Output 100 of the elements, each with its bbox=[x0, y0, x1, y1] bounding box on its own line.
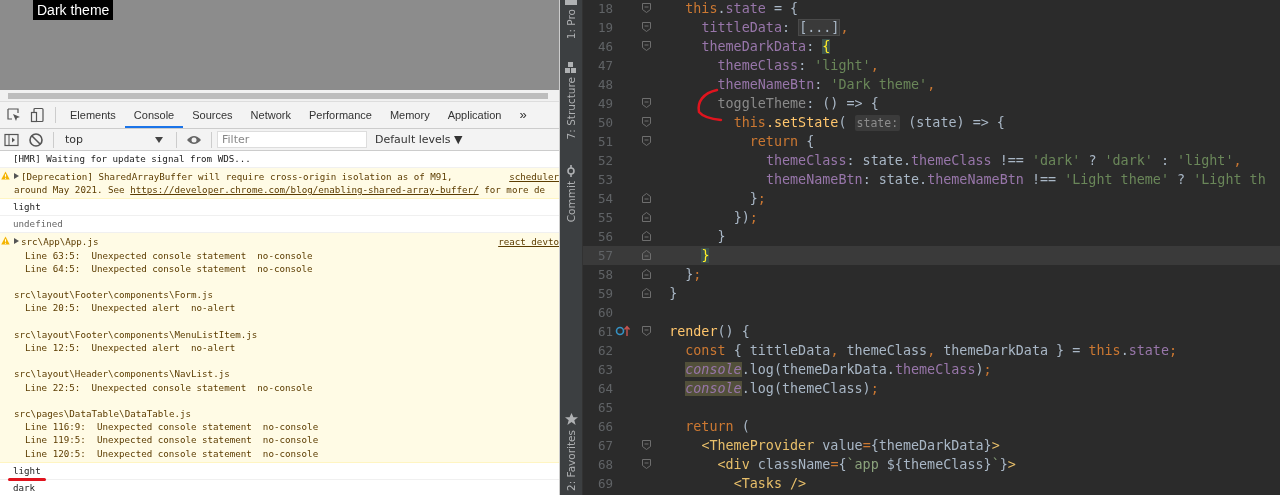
code-line: console.log(themeClass); bbox=[684, 380, 879, 396]
more-tabs-button[interactable]: » bbox=[510, 102, 536, 128]
line-number: 54 bbox=[596, 190, 613, 206]
line-number: 59 bbox=[596, 285, 613, 301]
line-number: 60 bbox=[596, 304, 613, 320]
line-number: 62 bbox=[596, 342, 613, 358]
code-line: return ( bbox=[684, 418, 750, 434]
fold-marker-icon[interactable] bbox=[641, 22, 651, 32]
code-line: tittleData: [...], bbox=[700, 19, 849, 35]
code-line: themeNameBtn: 'Dark theme', bbox=[716, 76, 936, 92]
fold-marker-icon[interactable] bbox=[641, 288, 651, 298]
code-line: themeClass: 'light', bbox=[716, 57, 879, 73]
filter-field[interactable]: Filter bbox=[217, 131, 367, 148]
console-message: light bbox=[13, 201, 41, 214]
fold-marker-icon[interactable] bbox=[641, 212, 651, 222]
line-number: 66 bbox=[596, 418, 613, 434]
dropdown-caret-icon bbox=[155, 136, 163, 143]
expand-arrow-icon[interactable] bbox=[14, 173, 19, 179]
console-message: undefined bbox=[13, 218, 63, 231]
fold-marker-icon[interactable] bbox=[641, 269, 651, 279]
line-number: 19 bbox=[596, 19, 613, 35]
code-line: <div className={`app ${themeClass}`}> bbox=[716, 456, 1016, 472]
code-line: themeClass: state.themeClass !== 'dark' ? 'dark' : 'light', bbox=[764, 152, 1242, 168]
code-line: }; bbox=[748, 190, 766, 206]
code-line: }; bbox=[684, 266, 702, 282]
console-message: [Deprecation] SharedArrayBuffer will require cross-origin isolation as of M91, bbox=[21, 170, 453, 184]
devtools-tab[interactable]: Network bbox=[241, 102, 300, 128]
underline-mark bbox=[8, 477, 46, 481]
fold-marker-icon[interactable] bbox=[641, 440, 651, 450]
line-number: 67 bbox=[596, 437, 613, 453]
fold-marker-icon[interactable] bbox=[641, 117, 651, 127]
code-line: this.state = { bbox=[684, 0, 799, 16]
expand-arrow-icon[interactable] bbox=[14, 238, 19, 245]
code-line: themeNameBtn: state.themeNameBtn !== 'Light theme' ? 'Light th bbox=[764, 171, 1266, 187]
console-message: [HMR] Waiting for update signal from WDS... bbox=[13, 153, 251, 165]
line-number: 55 bbox=[596, 209, 613, 225]
warning-icon bbox=[1, 171, 10, 180]
lint-message: Line 20:5: Unexpected alert no-alert bbox=[24, 301, 236, 315]
commit-icon bbox=[565, 164, 577, 177]
theme-button[interactable]: Dark theme bbox=[33, 0, 114, 20]
line-number: 18 bbox=[596, 0, 613, 16]
tool-window-button[interactable]: 2: Favorites bbox=[564, 413, 578, 491]
source-link[interactable]: react_devto bbox=[488, 235, 559, 249]
line-number: 50 bbox=[596, 114, 613, 130]
line-number: 52 bbox=[596, 152, 613, 168]
devtools-tab[interactable]: Application bbox=[438, 102, 511, 128]
lint-message: Line 120:5: Unexpected console statement no-console bbox=[24, 446, 319, 460]
tool-window-button[interactable]: 7: Structure bbox=[565, 62, 577, 140]
url-link[interactable]: https://developer.chrome.com/blog/enabling-shared-array-buffer/ bbox=[130, 183, 479, 197]
device-icon[interactable] bbox=[30, 107, 46, 123]
tool-window-button[interactable]: Commit bbox=[565, 164, 577, 222]
line-number: 63 bbox=[596, 361, 613, 377]
line-number: 65 bbox=[596, 399, 613, 415]
fold-marker-icon[interactable] bbox=[641, 326, 651, 336]
file-path: src\layout\Footer\components\Form.js bbox=[14, 288, 214, 302]
line-number: 69 bbox=[596, 475, 613, 491]
code-line: }); bbox=[732, 209, 758, 225]
lint-message: Line 12:5: Unexpected alert no-alert bbox=[24, 341, 236, 355]
code-line: return { bbox=[748, 133, 815, 149]
console-message: around May 2021. See bbox=[14, 183, 125, 197]
line-number: 56 bbox=[596, 228, 613, 244]
structure-icon bbox=[565, 62, 577, 74]
fold-marker-icon[interactable] bbox=[641, 41, 651, 51]
clear-console-icon[interactable] bbox=[28, 131, 44, 148]
fold-marker-icon[interactable] bbox=[641, 250, 651, 260]
fold-marker-icon[interactable] bbox=[641, 3, 651, 13]
devtools-tab[interactable]: Elements bbox=[61, 102, 125, 128]
override-marker-icon[interactable] bbox=[615, 325, 631, 337]
devtools-tab[interactable]: Performance bbox=[299, 102, 381, 128]
devtools-tab[interactable]: Sources bbox=[183, 102, 242, 128]
code-line: render() { bbox=[668, 323, 750, 339]
fold-marker-icon[interactable] bbox=[641, 193, 651, 203]
line-number: 48 bbox=[596, 76, 613, 92]
star-icon bbox=[564, 413, 578, 426]
context-dropdown[interactable]: top bbox=[59, 133, 171, 146]
code-line: } bbox=[668, 285, 678, 301]
tool-window-button[interactable]: 1: Pro bbox=[565, 0, 577, 40]
line-number: 47 bbox=[596, 57, 613, 73]
code-line: console.log(themeDarkData.themeClass); bbox=[684, 361, 992, 377]
fold-marker-icon[interactable] bbox=[641, 459, 651, 469]
code-line: } bbox=[716, 228, 726, 244]
fold-marker-icon[interactable] bbox=[641, 136, 651, 146]
sidebar-toggle-icon[interactable] bbox=[4, 131, 20, 148]
code-line: toggleTheme: () => { bbox=[716, 95, 879, 111]
devtools-tab[interactable]: Memory bbox=[380, 102, 439, 128]
lint-message: Line 119:5: Unexpected console statement no-console bbox=[24, 433, 319, 447]
code-line: themeDarkData: { bbox=[700, 38, 831, 54]
line-number: 64 bbox=[596, 380, 613, 396]
code-line: const { tittleData, themeClass, themeDarkData } = this.state; bbox=[684, 342, 1178, 358]
cursor-icon[interactable] bbox=[6, 107, 22, 123]
fold-marker-icon[interactable] bbox=[641, 98, 651, 108]
line-number: 46 bbox=[596, 38, 613, 54]
code-line: this.setState( state: (state) => { bbox=[732, 114, 1005, 130]
line-number: 51 bbox=[596, 133, 613, 149]
fold-marker-icon[interactable] bbox=[641, 231, 651, 241]
line-number: 53 bbox=[596, 171, 613, 187]
line-number: 49 bbox=[596, 95, 613, 111]
log-levels-dropdown[interactable]: Default levels ▼ bbox=[375, 133, 463, 146]
source-link[interactable]: scheduler bbox=[499, 170, 559, 184]
scrollbar[interactable] bbox=[0, 90, 559, 102]
